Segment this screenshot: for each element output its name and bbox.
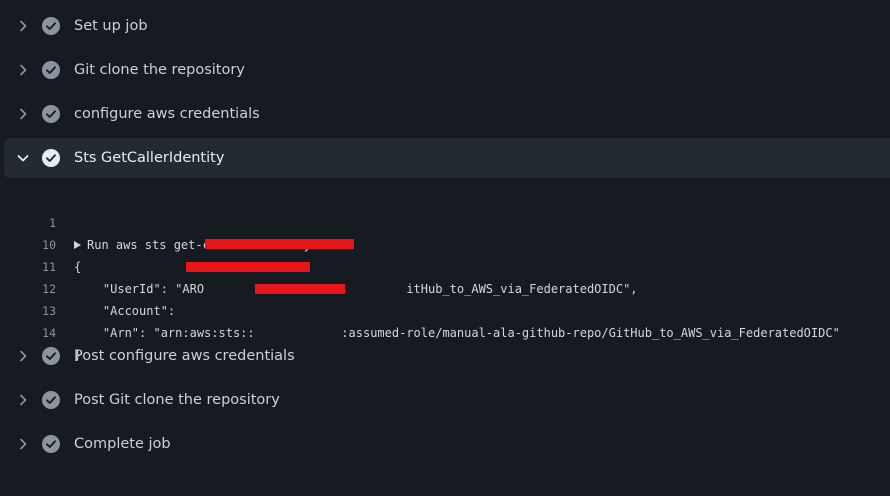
chevron-right-icon xyxy=(20,394,27,406)
step-label: Set up job xyxy=(74,18,148,34)
step-label: Complete job xyxy=(74,436,171,452)
log-line[interactable]: 11 "UserId": "ARO itHub_to_AWS_via_Feder… xyxy=(0,234,890,296)
step-sts-getcalleridentity[interactable]: Sts GetCallerIdentity xyxy=(4,138,890,178)
check-circle-icon xyxy=(42,435,60,453)
check-circle-icon xyxy=(42,391,60,409)
step-label: Sts GetCallerIdentity xyxy=(74,150,225,166)
chevron-right-icon xyxy=(20,64,27,76)
log-line[interactable]: 13 "Arn": "arn:aws:sts:: :assumed-role/m… xyxy=(0,278,890,340)
step-label: Post configure aws credentials xyxy=(74,348,295,364)
step-label: configure aws credentials xyxy=(74,106,260,122)
check-circle-icon xyxy=(42,17,60,35)
check-circle-icon xyxy=(42,149,60,167)
log-line[interactable]: 10 { xyxy=(0,212,890,274)
check-circle-icon xyxy=(42,105,60,123)
step-set-up-job[interactable]: Set up job xyxy=(4,6,890,46)
chevron-right-icon xyxy=(20,20,27,32)
check-circle-icon xyxy=(42,347,60,365)
redaction-bar xyxy=(205,239,354,249)
chevron-down-icon xyxy=(17,155,29,162)
redaction-bar xyxy=(186,262,310,272)
chevron-right-icon xyxy=(20,108,27,120)
step-post-configure-aws[interactable]: Post configure aws credentials xyxy=(4,336,890,376)
step-label: Post Git clone the repository xyxy=(74,392,280,408)
log-line[interactable]: 12 "Account": xyxy=(0,256,890,318)
redaction-bar xyxy=(255,284,345,294)
step-git-clone[interactable]: Git clone the repository xyxy=(4,50,890,90)
step-post-git-clone[interactable]: Post Git clone the repository xyxy=(4,380,890,420)
log-line[interactable]: 1 Run aws sts get-caller-identity xyxy=(0,190,890,252)
step-configure-aws[interactable]: configure aws credentials xyxy=(4,94,890,134)
check-circle-icon xyxy=(42,61,60,79)
log-line[interactable]: 14 } xyxy=(0,300,890,362)
chevron-right-icon xyxy=(20,350,27,362)
step-label: Git clone the repository xyxy=(74,62,245,78)
log-output: 1 Run aws sts get-caller-identity 10 { 1… xyxy=(0,190,890,362)
chevron-right-icon xyxy=(20,438,27,450)
step-complete-job[interactable]: Complete job xyxy=(4,424,890,464)
